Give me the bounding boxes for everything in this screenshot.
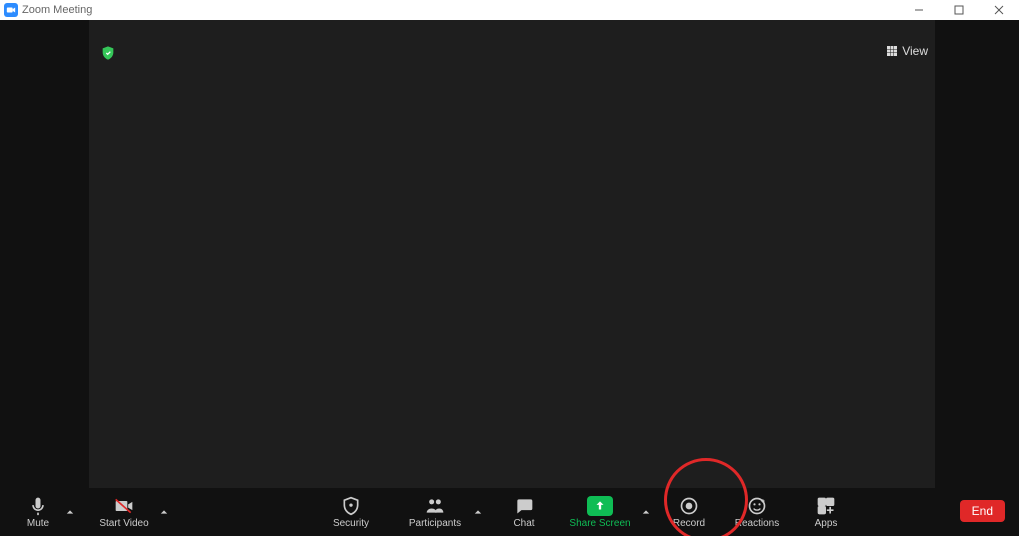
- apps-icon: [816, 496, 836, 516]
- start-video-button[interactable]: Start Video: [92, 496, 156, 529]
- reactions-button[interactable]: Reactions: [726, 496, 788, 529]
- encryption-shield-icon[interactable]: [100, 45, 116, 66]
- apps-label: Apps: [815, 518, 838, 529]
- participants-options-button[interactable]: [470, 508, 486, 516]
- record-button[interactable]: Record: [662, 496, 716, 529]
- security-label: Security: [333, 518, 369, 529]
- shield-icon: [341, 496, 361, 516]
- record-label: Record: [673, 518, 705, 529]
- share-screen-button[interactable]: Share Screen: [562, 496, 638, 529]
- participants-label: Participants: [409, 518, 461, 529]
- zoom-app-icon: [4, 3, 18, 17]
- mute-label: Mute: [27, 518, 49, 529]
- apps-button[interactable]: Apps: [802, 496, 850, 529]
- window-titlebar: Zoom Meeting: [0, 0, 1019, 20]
- meeting-toolbar: Mute Start Video Security: [0, 488, 1019, 536]
- video-area: [89, 20, 935, 488]
- share-screen-icon: [587, 496, 613, 516]
- window-close-button[interactable]: [979, 0, 1019, 20]
- view-button[interactable]: View: [886, 44, 928, 58]
- video-off-icon: [114, 496, 134, 516]
- view-label: View: [902, 44, 928, 58]
- window-title: Zoom Meeting: [22, 4, 92, 16]
- mute-options-button[interactable]: [62, 508, 78, 516]
- chat-icon: [514, 496, 534, 516]
- share-screen-label: Share Screen: [569, 518, 630, 529]
- share-screen-options-button[interactable]: [638, 508, 654, 516]
- mute-button[interactable]: Mute: [14, 496, 62, 529]
- end-button[interactable]: End: [960, 500, 1005, 522]
- security-button[interactable]: Security: [320, 496, 382, 529]
- participants-icon: [425, 496, 445, 516]
- reactions-label: Reactions: [735, 518, 779, 529]
- reactions-icon: [747, 496, 767, 516]
- chat-button[interactable]: Chat: [500, 496, 548, 529]
- grid-icon: [886, 45, 898, 57]
- start-video-label: Start Video: [99, 518, 148, 529]
- microphone-icon: [28, 496, 48, 516]
- video-options-button[interactable]: [156, 508, 172, 516]
- window-maximize-button[interactable]: [939, 0, 979, 20]
- record-icon: [679, 496, 699, 516]
- participants-button[interactable]: Participants: [400, 496, 470, 529]
- window-minimize-button[interactable]: [899, 0, 939, 20]
- meeting-stage: View Mute Start Video: [0, 20, 1019, 536]
- chat-label: Chat: [513, 518, 534, 529]
